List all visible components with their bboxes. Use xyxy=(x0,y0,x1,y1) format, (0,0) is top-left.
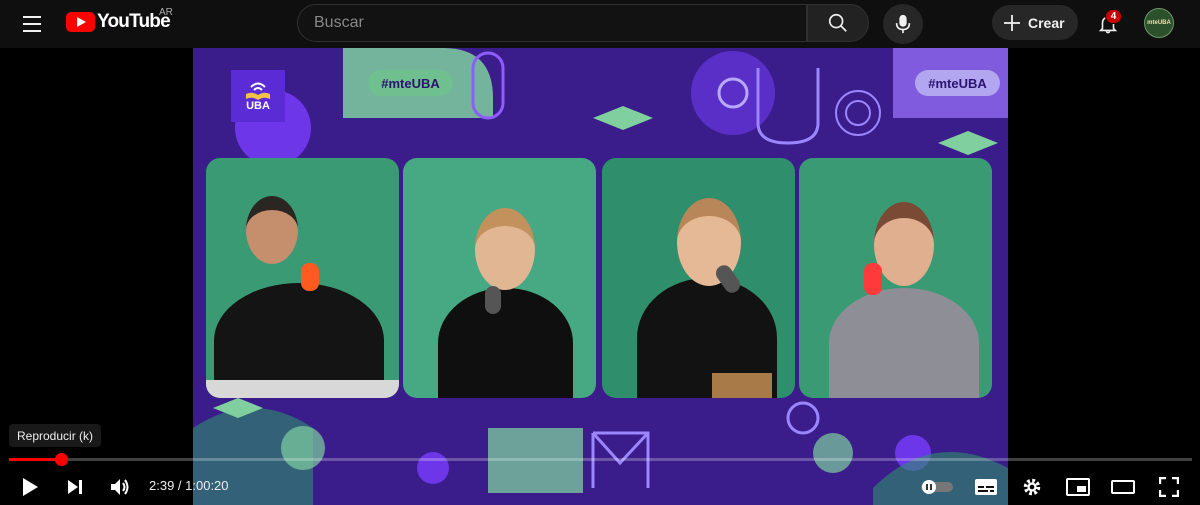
desk xyxy=(712,373,772,398)
next-icon xyxy=(68,480,82,494)
theater-icon xyxy=(1111,480,1135,494)
hashtag-chip-right: #mteUBA xyxy=(915,70,1000,96)
subtitles-icon xyxy=(975,479,997,495)
subtitles-button[interactable] xyxy=(970,471,1002,503)
player-controls: 2:39 / 1:00:20 xyxy=(0,467,1200,505)
video-panel-2 xyxy=(403,158,596,398)
time-display: 2:39 / 1:00:20 xyxy=(149,478,229,493)
progress-bar[interactable] xyxy=(9,453,1192,466)
microphone-icon xyxy=(895,14,911,34)
settings-button[interactable] xyxy=(1016,471,1048,503)
brand-logo-text: UBA xyxy=(246,100,270,112)
video-panel-4 xyxy=(799,158,992,398)
notification-badge: 4 xyxy=(1105,9,1122,24)
video-frame[interactable]: UBA #mteUBA #mteUBA xyxy=(193,48,1008,505)
play-icon xyxy=(23,478,38,496)
miniplayer-icon xyxy=(1066,478,1090,496)
search-button[interactable] xyxy=(807,4,869,42)
brand-logo: UBA xyxy=(231,70,285,122)
youtube-play-icon xyxy=(66,12,95,32)
video-player: UBA #mteUBA #mteUBA Reproducir (k) 2:39 … xyxy=(0,48,1200,505)
progress-played xyxy=(9,458,62,461)
person-2-head xyxy=(475,208,535,290)
volume-icon xyxy=(111,479,129,495)
video-panel-1 xyxy=(206,158,399,398)
avatar[interactable]: mteUBA xyxy=(1144,8,1174,38)
search-icon xyxy=(828,13,847,32)
fullscreen-button[interactable] xyxy=(1153,471,1185,503)
next-button[interactable] xyxy=(59,471,91,503)
settings-icon xyxy=(1023,478,1041,496)
voice-search-button[interactable] xyxy=(883,4,923,44)
microphone xyxy=(485,286,501,314)
mute-button[interactable] xyxy=(104,471,136,503)
scrubber-handle[interactable] xyxy=(55,453,69,466)
create-button[interactable]: Crear xyxy=(992,5,1078,40)
theater-button[interactable] xyxy=(1107,471,1139,503)
autoplay-toggle-icon xyxy=(921,480,953,494)
video-panel-3 xyxy=(602,158,795,398)
person-4 xyxy=(829,288,979,398)
person-2 xyxy=(438,288,573,398)
microphone xyxy=(301,263,319,291)
miniplayer-button[interactable] xyxy=(1062,471,1094,503)
create-label: Crear xyxy=(1028,14,1065,31)
play-tooltip: Reproducir (k) xyxy=(9,424,102,447)
menu-icon[interactable] xyxy=(16,8,48,40)
region-code: AR xyxy=(159,7,173,18)
fullscreen-icon xyxy=(1159,477,1179,497)
search-input[interactable] xyxy=(314,14,806,32)
hashtag-chip-left: #mteUBA xyxy=(368,70,453,96)
search-box xyxy=(297,4,807,42)
desk xyxy=(206,380,399,398)
person-4-head xyxy=(874,202,934,286)
plus-icon xyxy=(1004,14,1020,31)
wifi-book-icon xyxy=(246,82,270,100)
masthead: YouTube AR Crear 4 mteUBA xyxy=(0,0,1200,48)
play-button[interactable] xyxy=(14,471,46,503)
autoplay-toggle[interactable] xyxy=(919,471,955,503)
person-1-head xyxy=(246,196,298,264)
youtube-logo[interactable]: YouTube AR xyxy=(66,7,173,33)
microphone xyxy=(864,263,882,295)
